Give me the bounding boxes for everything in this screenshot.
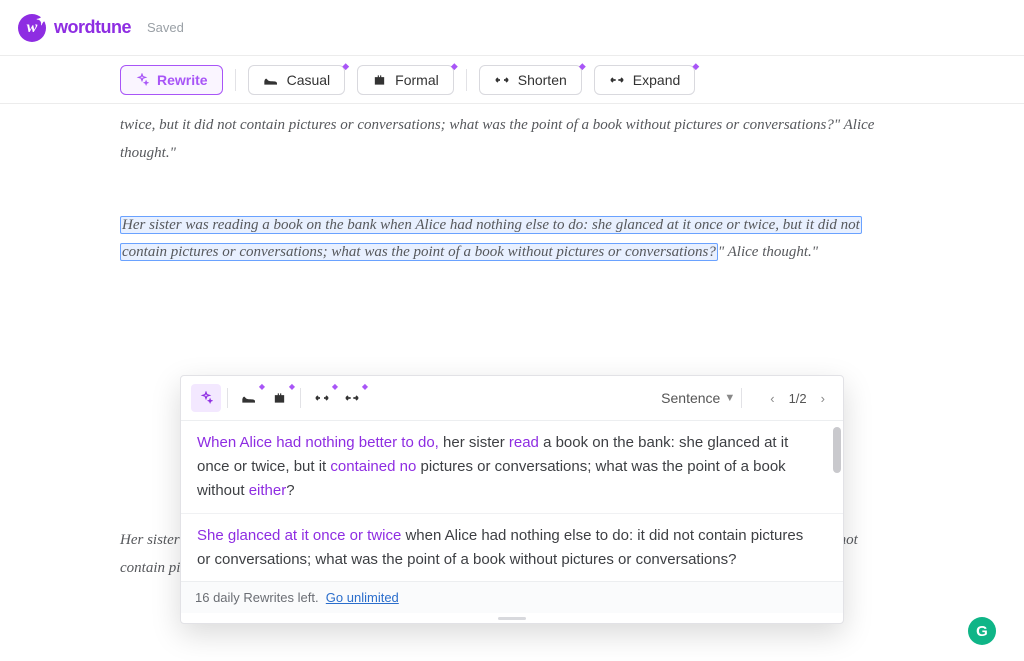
rewrite-button[interactable]: Rewrite [120,65,223,95]
rewrite-toolbar: Rewrite Casual ◆ Formal ◆ Shorten ◆ Expa… [0,56,1024,104]
expand-icon [609,74,625,86]
scope-label: Sentence [661,390,720,406]
shorten-label: Shorten [518,72,567,88]
casual-label: Casual [287,72,331,88]
go-unlimited-link[interactable]: Go unlimited [326,590,399,605]
premium-icon: ◆ [289,382,295,391]
premium-icon: ◆ [342,61,349,72]
formal-label: Formal [395,72,439,88]
expand-label: Expand [633,72,680,88]
resize-handle[interactable] [181,613,843,623]
expand-button[interactable]: Expand ◆ [594,65,695,95]
sneaker-icon [263,73,279,87]
expand-mode-button[interactable]: ◆ [337,384,367,412]
prev-page-button[interactable]: ‹ [766,389,778,408]
separator [466,69,467,91]
shorten-button[interactable]: Shorten ◆ [479,65,582,95]
scrollbar-thumb[interactable] [833,427,841,473]
separator [300,388,301,408]
document-paragraph[interactable]: twice, but it did not contain pictures o… [120,112,904,168]
rewrite-quota: 16 daily Rewrites left. Go unlimited [181,581,843,613]
save-status: Saved [147,20,184,35]
document-paragraph-selected[interactable]: Her sister was reading a book on the ban… [120,212,904,268]
casual-mode-button[interactable]: ◆ [234,384,264,412]
rewrite-mode-button[interactable] [191,384,221,412]
paragraph-tail[interactable]: " Alice thought." [718,244,818,260]
grammarly-badge[interactable]: G [968,617,996,645]
suggestion-item[interactable]: When Alice had nothing better to do, her… [181,421,843,514]
separator [227,388,228,408]
suggestion-item[interactable]: She glanced at it once or twice when Ali… [181,514,843,581]
sparkle-icon [135,73,149,87]
editor-area[interactable]: twice, but it did not contain pictures o… [0,104,1024,661]
rewrite-panel: ◆ ◆ ◆ ◆ Sentence ▼ ‹ 1/2 [180,375,844,624]
suggestion-list: When Alice had nothing better to do, her… [181,421,843,581]
app-header: w ✦ wordtune Saved [0,0,1024,56]
formal-button[interactable]: Formal ◆ [357,65,454,95]
separator [235,69,236,91]
sparkle-icon: ✦ [35,10,48,30]
rewrite-panel-toolbar: ◆ ◆ ◆ ◆ Sentence ▼ ‹ 1/2 [181,376,843,421]
separator [741,388,742,408]
rewrite-label: Rewrite [157,72,208,88]
shorten-icon [494,74,510,86]
briefcase-icon [372,73,387,87]
premium-icon: ◆ [451,61,458,72]
chevron-down-icon: ▼ [724,392,735,404]
pager: ‹ 1/2 › [766,389,829,408]
casual-button[interactable]: Casual ◆ [248,65,346,95]
premium-icon: ◆ [579,61,586,72]
brand-logo: w ✦ [18,14,46,42]
brand-lockup[interactable]: w ✦ wordtune [18,14,131,42]
page-indicator: 1/2 [789,391,807,406]
premium-icon: ◆ [692,61,699,72]
shorten-mode-button[interactable]: ◆ [307,384,337,412]
formal-mode-button[interactable]: ◆ [264,384,294,412]
quota-text: 16 daily Rewrites left. [195,590,319,605]
next-page-button[interactable]: › [817,389,829,408]
premium-icon: ◆ [362,382,368,391]
brand-name: wordtune [54,17,131,38]
scope-select[interactable]: Sentence ▼ [661,390,735,406]
